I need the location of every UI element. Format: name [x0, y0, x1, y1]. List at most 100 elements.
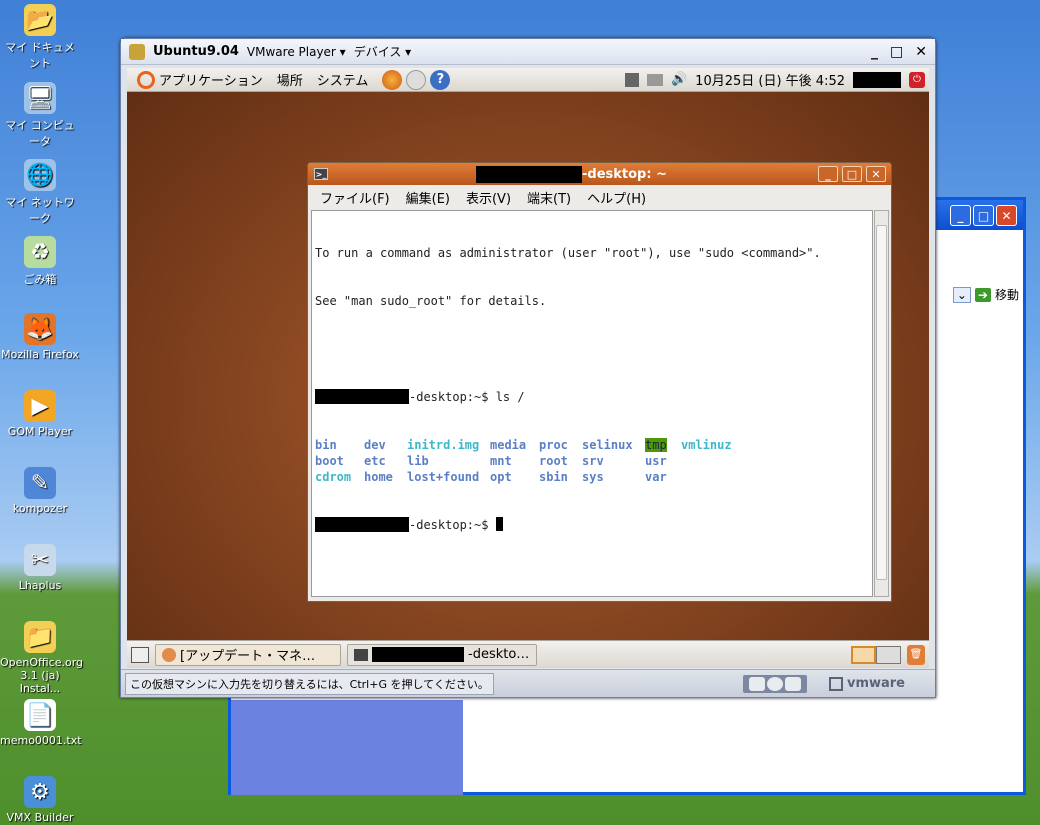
go-button-label[interactable]: 移動: [995, 286, 1019, 303]
firefox-launcher-icon[interactable]: [382, 69, 403, 90]
help-launcher-icon[interactable]: ?: [430, 69, 451, 90]
ls-entry: boot: [315, 454, 344, 468]
places-menu[interactable]: 場所: [277, 70, 303, 89]
network-icon: 🌐: [24, 159, 56, 191]
cdrom-icon[interactable]: [766, 676, 783, 691]
ls-entry: cdrom: [315, 470, 352, 484]
go-button-area[interactable]: ⌄ ➔ 移動: [952, 286, 1019, 303]
terminal-titlebar[interactable]: >_ -desktop: ~ _ □ ✕: [308, 163, 891, 185]
desktop-icon-label: Lhaplus: [18, 579, 62, 592]
terminal-icon: >_: [314, 168, 328, 180]
intro-line-2: See "man sudo_root" for details.: [315, 294, 547, 308]
taskbar-update-manager[interactable]: [アップデート・マネ…: [155, 643, 341, 666]
menu-terminal[interactable]: 端末(T): [527, 188, 571, 207]
input-hint: この仮想マシンに入力先を切り替えるには、Ctrl+G を押してください。: [125, 672, 494, 695]
desktop-icon-label: memo0001.txt: [0, 734, 82, 747]
devices-menu[interactable]: デバイス ▾: [354, 43, 411, 60]
trash-icon[interactable]: 🗑: [907, 644, 925, 665]
vm-name: Ubuntu9.04: [153, 44, 239, 59]
minimize-icon[interactable]: _: [950, 205, 971, 226]
vmware-minimize-icon[interactable]: _: [871, 44, 878, 60]
ls-entry: home: [364, 470, 393, 484]
terminal-scrollbar[interactable]: [874, 210, 889, 597]
desktop-icon-label: ごみ箱: [23, 273, 57, 286]
player-menu[interactable]: VMware Player ▾: [247, 45, 346, 59]
folder-documents-icon: 📂: [24, 4, 56, 36]
vmware-player-window[interactable]: Ubuntu9.04 VMware Player ▾ デバイス ▾ _ □ ✕ …: [120, 38, 936, 698]
redacted-hostname: [372, 647, 464, 662]
ls-entry: sbin: [539, 470, 568, 484]
intro-line-1: To run a command as administrator (user …: [315, 246, 821, 260]
desktop-icon-kompozer[interactable]: ✎ kompozer: [0, 467, 80, 515]
power-icon[interactable]: ⏻: [909, 71, 925, 88]
menu-help[interactable]: ヘルプ(H): [587, 188, 646, 207]
desktop-icon-label: VMX Builder: [6, 811, 74, 824]
ubuntu-logo-icon: [137, 70, 155, 89]
workspace-1[interactable]: [851, 645, 876, 664]
menu-file[interactable]: ファイル(F): [320, 188, 390, 207]
menu-edit[interactable]: 編集(E): [406, 188, 450, 207]
vmware-maximize-icon[interactable]: □: [890, 44, 903, 60]
workspace-2[interactable]: [876, 645, 901, 664]
vmware-logo: vmware: [828, 676, 905, 691]
ls-entry: root: [539, 454, 568, 468]
printer-icon[interactable]: [646, 73, 663, 86]
text-cursor: [495, 517, 503, 531]
desktop-icon-label: GOM Player: [7, 425, 73, 438]
scrollbar-thumb[interactable]: [876, 225, 887, 580]
desktop-icon-firefox[interactable]: 🦊 Mozilla Firefox: [0, 313, 80, 361]
ls-entry: opt: [490, 470, 512, 484]
mail-launcher-icon[interactable]: [406, 69, 427, 90]
desktop-icon-computer[interactable]: 🖥 マイ コンピュータ: [0, 82, 80, 149]
terminal-close-icon[interactable]: ✕: [866, 166, 886, 182]
terminal-menubar: ファイル(F) 編集(E) 表示(V) 端末(T) ヘルプ(H): [308, 185, 891, 209]
vmware-close-icon[interactable]: ✕: [915, 44, 927, 60]
vmx-builder-icon: ⚙: [24, 776, 56, 808]
prompt-line-1: -desktop:~$ ls /: [315, 389, 869, 405]
guest-screen[interactable]: アプリケーション 場所 システム ? 🔊 10月25日 (日) 午後 4:52 …: [127, 68, 929, 668]
desktop-icon-lhaplus[interactable]: ✂ Lhaplus: [0, 544, 80, 592]
desktop-icon-folder[interactable]: 📁 OpenOffice.org 3.1 (ja) Instal...: [0, 621, 83, 695]
vmware-titlebar[interactable]: Ubuntu9.04 VMware Player ▾ デバイス ▾ _ □ ✕: [121, 39, 935, 65]
close-icon[interactable]: ✕: [996, 205, 1017, 226]
desktop-icon-folder-documents[interactable]: 📂 マイ ドキュメント: [0, 4, 80, 71]
redacted-hostname: [476, 165, 582, 183]
workspace-switcher[interactable]: 🗑: [851, 644, 929, 665]
hdd-icon[interactable]: [748, 676, 765, 691]
desktop-icon-network[interactable]: 🌐 マイ ネットワーク: [0, 159, 80, 226]
terminal-output[interactable]: To run a command as administrator (user …: [311, 210, 873, 597]
menu-view[interactable]: 表示(V): [466, 188, 511, 207]
ls-entry: tmp: [645, 438, 667, 452]
desktop-icon-recycle-bin[interactable]: ♻ ごみ箱: [0, 236, 80, 287]
desktop-icon-text-file[interactable]: 📄 memo0001.txt: [0, 699, 82, 747]
applications-menu[interactable]: アプリケーション: [159, 70, 263, 89]
background-blue-panel: [231, 700, 463, 795]
desktop-icon-vmx-builder[interactable]: ⚙ VMX Builder: [0, 776, 80, 824]
redacted-user: [315, 389, 409, 404]
network-adapter-icon[interactable]: [784, 676, 801, 691]
ls-entry: vmlinuz: [681, 438, 732, 452]
ls-entry: media: [490, 438, 527, 452]
ls-entry: lib: [407, 454, 429, 468]
gnome-top-panel: アプリケーション 場所 システム ? 🔊 10月25日 (日) 午後 4:52 …: [127, 68, 929, 92]
taskbar-terminal[interactable]: -deskto…: [347, 643, 537, 666]
maximize-icon[interactable]: □: [973, 205, 994, 226]
terminal-maximize-icon[interactable]: □: [842, 166, 862, 182]
redacted-username: [853, 71, 901, 88]
ls-entry: initrd.img: [407, 438, 480, 452]
ls-entry: mnt: [490, 454, 512, 468]
clock[interactable]: 10月25日 (日) 午後 4:52: [695, 70, 845, 89]
folder-icon: 📁: [24, 621, 56, 653]
volume-icon[interactable]: 🔊: [671, 72, 687, 87]
network-icon[interactable]: [624, 72, 639, 87]
ls-row: boot etc lib mnt root srv usr: [315, 453, 869, 469]
dropdown-chevron-icon[interactable]: ⌄: [952, 286, 971, 303]
desktop-icon-label: マイ コンピュータ: [5, 119, 75, 148]
system-menu[interactable]: システム: [317, 70, 369, 89]
terminal-window[interactable]: >_ -desktop: ~ _ □ ✕ ファイル(F) 編集(E) 表示(V)…: [307, 162, 892, 602]
terminal-minimize-icon[interactable]: _: [818, 166, 838, 182]
show-desktop-icon[interactable]: [131, 646, 149, 663]
desktop-icon-gom-player[interactable]: ▶ GOM Player: [0, 390, 80, 438]
ls-entry: usr: [645, 454, 667, 468]
device-icons[interactable]: [742, 674, 807, 693]
